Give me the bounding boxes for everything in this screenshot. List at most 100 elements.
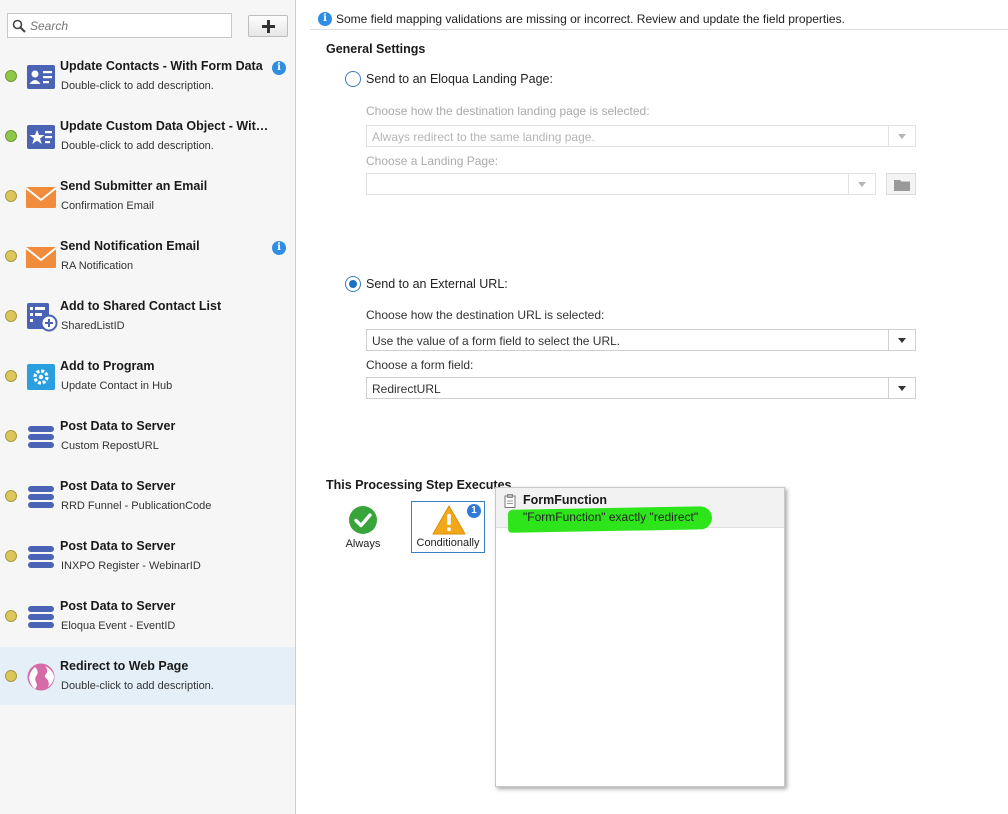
- form-field-value: RedirectURL: [372, 382, 441, 396]
- form-field-label: Choose a form field:: [366, 358, 474, 372]
- step-description: Confirmation Email: [61, 200, 154, 212]
- step-item[interactable]: Update Custom Data Object - With ... Doub…: [0, 107, 295, 165]
- step-title: Post Data to Server: [60, 479, 176, 493]
- step-description: Custom RepostURL: [61, 440, 159, 452]
- conditionally-option[interactable]: 1 Conditionally: [411, 501, 485, 553]
- globe-icon: [26, 662, 56, 692]
- status-dot: [5, 430, 17, 442]
- step-settings-panel: General Settings Send to an Eloqua Landi…: [297, 32, 1008, 814]
- step-item[interactable]: Post Data to Server Custom RepostURL: [0, 407, 295, 465]
- status-dot: [5, 490, 17, 502]
- status-dot: [5, 190, 17, 202]
- condition-field-name: FormFunction: [523, 493, 608, 507]
- step-title: Post Data to Server: [60, 599, 176, 613]
- landing-how-value: Always redirect to the same landing page…: [372, 130, 595, 144]
- info-icon: i: [318, 12, 332, 26]
- condition-popup: FormFunction "FormFunction" exactly "red…: [495, 487, 785, 787]
- info-icon[interactable]: i: [272, 241, 286, 255]
- status-dot: [5, 310, 17, 322]
- step-item[interactable]: Update Contacts - With Form Data Double-c…: [0, 47, 295, 105]
- chevron-down-icon: [888, 330, 915, 350]
- search-icon: [12, 19, 26, 33]
- step-title: Update Custom Data Object - With ...: [60, 119, 275, 133]
- step-title: Add to Program: [60, 359, 155, 373]
- envelope-icon: [25, 182, 57, 212]
- chevron-down-icon: [888, 126, 915, 146]
- step-description: SharedListID: [61, 320, 125, 332]
- status-dot: [5, 670, 17, 682]
- shared-list-icon: [26, 302, 58, 332]
- step-description: Eloqua Event - EventID: [61, 620, 176, 632]
- landing-page-radio-label: Send to an Eloqua Landing Page:: [366, 72, 553, 86]
- condition-row[interactable]: FormFunction "FormFunction" exactly "red…: [496, 488, 784, 533]
- status-dot: [5, 250, 17, 262]
- executes-title: This Processing Step Executes: [326, 478, 512, 492]
- step-description: Double-click to add description.: [61, 80, 214, 92]
- status-dot: [5, 70, 17, 82]
- status-dot: [5, 610, 17, 622]
- contact-card-icon: [26, 62, 56, 92]
- step-title: Post Data to Server: [60, 539, 176, 553]
- validation-alert: i Some field mapping validations are mis…: [310, 8, 1008, 30]
- conditionally-label: Conditionally: [416, 537, 480, 549]
- always-label: Always: [345, 538, 381, 550]
- external-how-label: Choose how the destination URL is select…: [366, 308, 605, 322]
- envelope-icon: [25, 242, 57, 272]
- step-description: Double-click to add description.: [61, 140, 214, 152]
- step-item[interactable]: Add to Shared Contact List SharedListID: [0, 287, 295, 345]
- step-item[interactable]: Post Data to Server Eloqua Event - EventI…: [0, 587, 295, 645]
- database-icon: [26, 422, 56, 452]
- step-description: INXPO Register - WebinarID: [61, 560, 201, 572]
- program-gear-icon: [26, 362, 56, 392]
- step-item[interactable]: Add to Program Update Contact in Hub: [0, 347, 295, 405]
- landing-page-radio[interactable]: [345, 71, 361, 87]
- step-title: Send Submitter an Email: [60, 179, 208, 193]
- step-title: Post Data to Server: [60, 419, 176, 433]
- step-description: RRD Funnel - PublicationCode: [61, 500, 212, 512]
- step-item[interactable]: Post Data to Server INXPO Register - Webi…: [0, 527, 295, 585]
- status-dot: [5, 370, 17, 382]
- checkmark-circle-icon: [349, 506, 377, 534]
- database-icon: [26, 602, 56, 632]
- steps-sidebar: Update Contacts - With Form Data Double-c…: [0, 0, 296, 814]
- folder-icon: [894, 180, 910, 191]
- general-settings-title: General Settings: [326, 42, 426, 56]
- browse-landing-page-button[interactable]: [886, 173, 916, 195]
- step-title: Send Notification Email: [60, 239, 200, 253]
- always-option[interactable]: Always: [326, 501, 400, 553]
- step-item[interactable]: Redirect to Web Page Double-click to add …: [0, 647, 295, 705]
- custom-object-icon: [26, 122, 56, 152]
- step-title: Update Contacts - With Form Data: [60, 59, 263, 73]
- database-icon: [26, 482, 56, 512]
- landing-page-select[interactable]: [366, 173, 876, 195]
- clipboard-icon: [504, 494, 516, 508]
- info-icon[interactable]: i: [272, 61, 286, 75]
- status-dot: [5, 550, 17, 562]
- step-item[interactable]: Send Submitter an Email Confirmation Emai…: [0, 167, 295, 225]
- landing-how-select[interactable]: Always redirect to the same landing page…: [366, 125, 916, 147]
- external-how-value: Use the value of a form field to select …: [372, 334, 621, 348]
- external-how-select[interactable]: Use the value of a form field to select …: [366, 329, 916, 351]
- search-box[interactable]: [7, 13, 232, 38]
- external-url-radio[interactable]: [345, 276, 361, 292]
- condition-text: "FormFunction" exactly "redirect": [523, 510, 699, 524]
- step-description: RA Notification: [61, 260, 134, 272]
- chevron-down-icon: [848, 174, 875, 194]
- step-description: Double-click to add description.: [61, 680, 214, 692]
- status-dot: [5, 130, 17, 142]
- form-field-select[interactable]: RedirectURL: [366, 377, 916, 399]
- search-input[interactable]: [30, 16, 225, 35]
- step-title: Redirect to Web Page: [60, 659, 189, 673]
- step-item[interactable]: Send Notification Email RA Notification i: [0, 227, 295, 285]
- step-description: Update Contact in Hub: [61, 380, 173, 392]
- database-icon: [26, 542, 56, 572]
- add-step-button[interactable]: [248, 15, 288, 37]
- condition-count-badge: 1: [467, 504, 481, 518]
- warning-icon: [432, 505, 466, 535]
- external-url-radio-label: Send to an External URL:: [366, 277, 508, 291]
- step-item[interactable]: Post Data to Server RRD Funnel - Publicat…: [0, 467, 295, 525]
- landing-how-label: Choose how the destination landing page …: [366, 104, 650, 118]
- alert-message: Some field mapping validations are missi…: [336, 12, 845, 26]
- chevron-down-icon: [888, 378, 915, 398]
- landing-page-label: Choose a Landing Page:: [366, 154, 499, 168]
